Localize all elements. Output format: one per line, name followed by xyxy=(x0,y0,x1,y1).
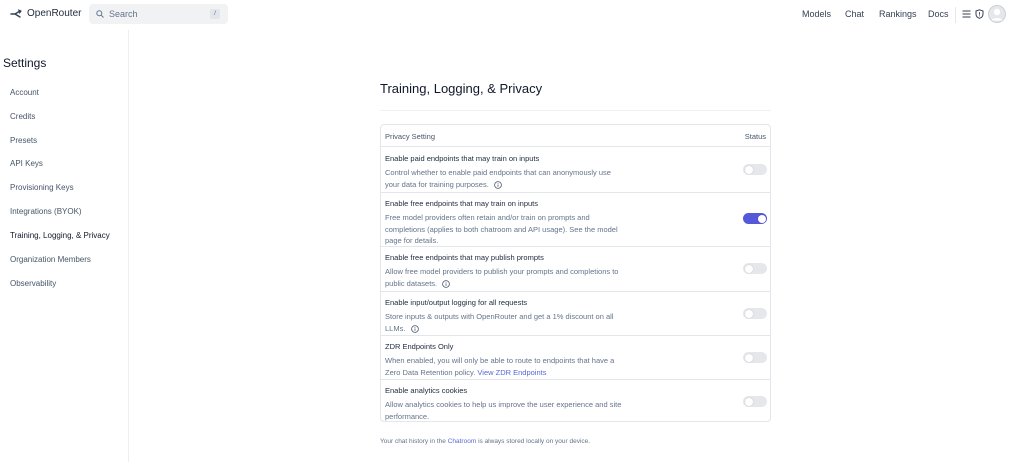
setting-description: Store inputs & outputs with OpenRouter a… xyxy=(385,311,643,334)
search-shortcut-key: / xyxy=(210,9,220,19)
setting-description: Allow analytics cookies to help us impro… xyxy=(385,399,643,422)
description-line: Store inputs & outputs with OpenRouter a… xyxy=(385,312,614,321)
sidebar-item-training-logging-privacy[interactable]: Training, Logging, & Privacy xyxy=(10,231,110,240)
sidebar-item-organization-members[interactable]: Organization Members xyxy=(10,255,91,264)
toggle-knob xyxy=(757,214,766,223)
free-publish-toggle[interactable] xyxy=(743,263,767,274)
openrouter-logo-icon xyxy=(10,8,22,18)
info-icon[interactable] xyxy=(410,324,419,333)
sidebar-item-provisioning-keys[interactable]: Provisioning Keys xyxy=(10,183,74,192)
description-line: Zero Data Retention policy. xyxy=(385,367,476,377)
top-bar: OpenRouter Search / Models Chat Rankings… xyxy=(0,0,1024,30)
description-line: your data for training purposes. xyxy=(385,179,489,189)
sidebar-title: Settings xyxy=(3,56,47,70)
sidebar-item-presets[interactable]: Presets xyxy=(10,136,37,145)
footer-text: Your chat history in the xyxy=(380,438,446,445)
table-row: Enable free endpoints that may publish p… xyxy=(381,247,770,292)
description-line: public datasets. xyxy=(385,278,438,288)
io-logging-toggle[interactable] xyxy=(743,308,767,319)
table-row: ZDR Endpoints Only When enabled, you wil… xyxy=(381,336,770,380)
table-row: Enable analytics cookies Allow analytics… xyxy=(381,380,770,422)
nav-rankings-link[interactable]: Rankings xyxy=(879,9,917,19)
column-header-status: Status xyxy=(744,132,766,141)
sidebar-item-api-keys[interactable]: API Keys xyxy=(10,159,43,168)
avatar[interactable] xyxy=(988,5,1006,23)
analytics-cookies-toggle[interactable] xyxy=(743,396,767,407)
search-input[interactable]: Search / xyxy=(89,4,228,24)
page-title: Training, Logging, & Privacy xyxy=(380,81,543,96)
search-icon xyxy=(96,10,104,18)
setting-title: Enable free endpoints that may train on … xyxy=(385,199,539,208)
description-line: Control whether to enable paid endpoints… xyxy=(385,168,611,177)
setting-title: ZDR Endpoints Only xyxy=(385,342,454,351)
chatroom-link[interactable]: Chatroom xyxy=(448,438,477,445)
description-line: LLMs. xyxy=(385,323,406,333)
toggle-knob xyxy=(744,165,753,174)
setting-description: When enabled, you will only be able to r… xyxy=(385,355,643,378)
logo[interactable]: OpenRouter xyxy=(10,8,81,19)
sidebar-item-integrations[interactable]: Integrations (BYOK) xyxy=(10,207,82,216)
toggle-knob xyxy=(744,397,753,406)
nav-docs-link[interactable]: Docs xyxy=(928,9,949,19)
table-row: Enable free endpoints that may train on … xyxy=(381,193,770,247)
sidebar-item-observability[interactable]: Observability xyxy=(10,279,56,288)
table-row: Enable paid endpoints that may train on … xyxy=(381,148,770,193)
settings-sidebar: Settings Account Credits Presets API Key… xyxy=(0,30,129,462)
setting-title: Enable free endpoints that may publish p… xyxy=(385,253,544,262)
paid-train-toggle[interactable] xyxy=(743,164,767,175)
title-divider xyxy=(380,110,771,111)
setting-description: Allow free model providers to publish yo… xyxy=(385,266,643,289)
shield-icon[interactable] xyxy=(975,9,984,19)
sidebar-item-account[interactable]: Account xyxy=(10,88,39,97)
info-icon[interactable] xyxy=(494,180,502,189)
toggle-knob xyxy=(744,264,753,273)
description-line: page for details. xyxy=(385,236,439,245)
description-line: Free model providers often retain and/or… xyxy=(385,213,590,222)
chat-history-note: Your chat history in the Chatroom is alw… xyxy=(380,438,590,445)
nav-divider xyxy=(955,7,956,23)
setting-description: Free model providers often retain and/or… xyxy=(385,212,643,247)
nav-chat-link[interactable]: Chat xyxy=(845,9,864,19)
brand-name: OpenRouter xyxy=(27,8,82,19)
setting-description: Control whether to enable paid endpoints… xyxy=(385,167,643,190)
footer-text: is always stored locally on your device. xyxy=(478,438,591,445)
zdr-only-toggle[interactable] xyxy=(743,352,767,363)
nav-models-link[interactable]: Models xyxy=(802,9,831,19)
table-row: Enable input/output logging for all requ… xyxy=(381,292,770,336)
toggle-knob xyxy=(744,353,753,362)
table-header: Privacy Setting Status xyxy=(381,125,770,147)
setting-title: Enable analytics cookies xyxy=(385,386,468,395)
free-train-toggle[interactable] xyxy=(743,213,767,224)
description-line: Allow free model providers to publish yo… xyxy=(385,267,619,276)
description-line: Allow analytics cookies to help us impro… xyxy=(385,400,622,409)
description-line: performance. xyxy=(385,411,430,421)
setting-title: Enable input/output logging for all requ… xyxy=(385,298,528,307)
setting-title: Enable paid endpoints that may train on … xyxy=(385,154,540,163)
column-header-privacy-setting: Privacy Setting xyxy=(385,132,436,141)
view-zdr-endpoints-link[interactable]: View ZDR Endpoints xyxy=(477,368,546,377)
toggle-knob xyxy=(744,309,753,318)
info-icon[interactable] xyxy=(442,279,451,288)
privacy-settings-table: Privacy Setting Status Enable paid endpo… xyxy=(380,124,771,422)
description-line: When enabled, you will only be able to r… xyxy=(385,356,615,365)
avatar-icon xyxy=(988,5,1006,23)
menu-icon[interactable] xyxy=(962,10,971,18)
description-line: completions (applies to both chatroom an… xyxy=(385,224,618,234)
search-placeholder: Search xyxy=(109,9,138,19)
sidebar-item-credits[interactable]: Credits xyxy=(10,112,35,121)
